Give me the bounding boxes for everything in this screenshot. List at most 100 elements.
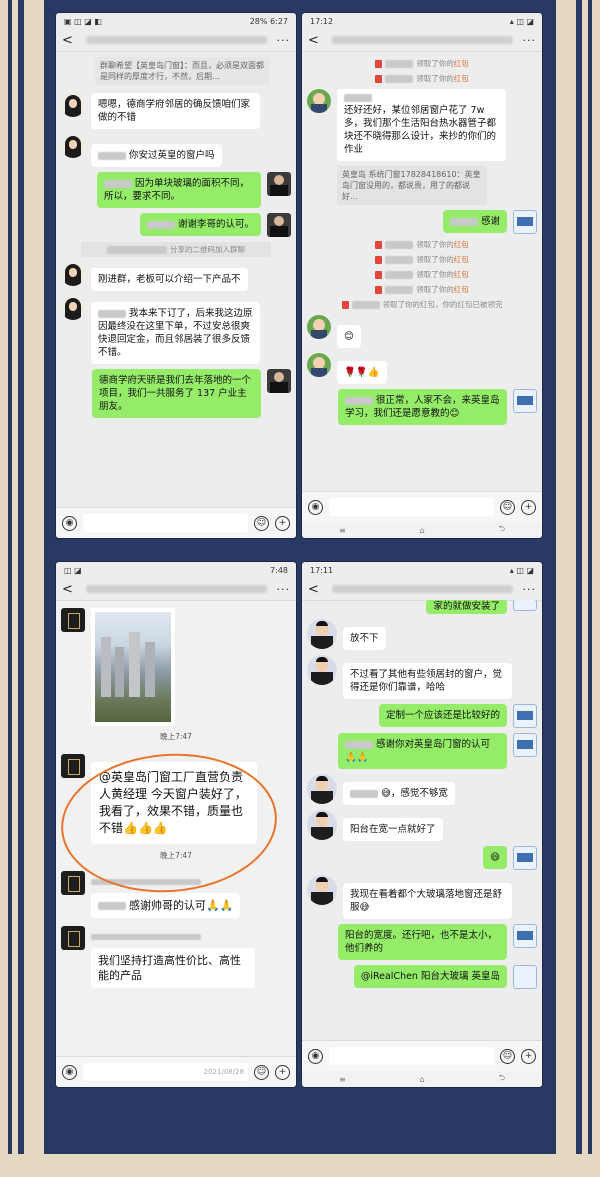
avatar-self[interactable] [513,704,537,728]
status-icons: ◫ ◪ [64,565,82,575]
avatar-longhair[interactable] [61,262,85,286]
more-icon[interactable]: ··· [277,34,291,47]
message-bubble[interactable]: 感谢你对英皇岛门窗的认可🙏🙏 [338,733,507,769]
avatar-longhair[interactable] [61,134,85,158]
back-icon[interactable]: < [308,582,322,597]
message-bubble[interactable]: 还好还好，某位邻居窗户花了 7w 多，我们那个生活阳台热水器管子都块还不晓得那么… [337,89,506,161]
message-bubble[interactable]: 放不下 [343,627,386,650]
message-bubble[interactable]: 😅，感觉不够宽 [343,782,455,805]
message-bubble[interactable]: 德商学府天骄是我们去年落地的一个项目，我们一共服务了 137 户业主朋友。 [92,369,261,418]
emoji-icon[interactable]: ☺ [500,1048,515,1064]
message-bubble[interactable]: 我本来下订了，后来我这边原因最终没在这里下单，不过安总很爽快退回定金，而且邻居装… [91,302,260,364]
emoji-icon[interactable]: ☺ [254,515,269,531]
avatar-brand[interactable] [61,926,85,950]
avatar-cartoon[interactable] [307,353,331,377]
back-icon[interactable]: < [308,33,322,48]
message-input[interactable] [329,1047,494,1065]
avatar-longhair[interactable] [61,296,85,320]
message-bubble[interactable]: 阳台在宽一点就好了 [343,818,443,841]
avatar-self[interactable] [513,389,537,413]
message-row: @iRealChen 阳台大玻璃 英皇岛 [307,965,537,989]
message-row: 还好还好，某位邻居窗户花了 7w 多，我们那个生活阳台热水器管子都块还不晓得那么… [307,89,537,161]
avatar-suit[interactable] [307,619,337,649]
message-bubble[interactable]: 刚进群，老板可以介绍一下产品不 [91,268,248,291]
message-bubble[interactable]: 谢谢李哥的认可。 [139,213,261,236]
plus-icon[interactable]: + [275,515,290,531]
menu-nav-icon[interactable]: ≡ [339,1075,346,1084]
emoji-icon[interactable]: ☺ [254,1064,269,1080]
message-bubble[interactable]: @iRealChen 阳台大玻璃 英皇岛 [353,965,507,988]
back-nav-icon[interactable]: ⮌ [499,523,505,537]
avatar-self[interactable] [513,846,537,870]
avatar-self[interactable] [513,210,537,234]
more-icon[interactable]: ··· [277,583,291,596]
phone-screenshot-2: 17:12 ▴ ◫ ◪ < ··· 领取了你的红包 领取了你的红包 还好还好，某… [302,13,542,538]
message-row: 德商学府天骄是我们去年落地的一个项目，我们一共服务了 137 户业主朋友。 [61,369,291,418]
photo-message[interactable] [91,608,175,726]
message-bubble[interactable]: 因为单块玻璃的面积不同，所以，要求不同。 [97,172,261,208]
voice-icon[interactable]: ◉ [308,499,323,515]
plus-icon[interactable]: + [521,1048,536,1064]
message-text: 谢谢李哥的认可。 [177,219,254,230]
avatar-brand[interactable] [61,871,85,895]
red-packet-icon [375,75,383,83]
red-packet-notice: 领取了你的红包 [307,58,537,69]
red-packet-icon [375,286,383,294]
message-input[interactable]: 2021/08/28 [83,1063,248,1081]
avatar-cartoon[interactable] [307,89,331,113]
name-redacted [104,179,132,188]
avatar-self[interactable] [267,172,291,196]
back-icon[interactable]: < [62,33,76,48]
voice-icon[interactable]: ◉ [308,1048,323,1064]
avatar-longhair[interactable] [61,93,85,117]
avatar-suit[interactable] [307,810,337,840]
message-bubble[interactable]: 定制一个应该还是比较好的 [378,704,507,727]
message-bubble[interactable]: 不过看了其他有些领居封的窗户，觉得还是你们靠谱，哈哈 [343,663,512,699]
avatar-suit[interactable] [307,655,337,685]
avatar-self[interactable] [513,924,537,948]
home-nav-icon[interactable]: ⌂ [420,526,425,535]
more-icon[interactable]: ··· [523,34,537,47]
avatar-self[interactable] [513,965,537,989]
message-bubble[interactable]: 😄 [483,846,507,869]
message-list: 群聊希望【英皇岛门窗】：而且，必须是双面都是同样的厚度才行，不然，后期… 嗯嗯，… [56,51,296,508]
menu-nav-icon[interactable]: ≡ [339,526,346,535]
voice-icon[interactable]: ◉ [62,1064,77,1080]
message-row: 😅，感觉不够宽 [307,774,537,805]
name-redacted [351,301,380,309]
message-row: 😄 [307,846,537,870]
back-icon[interactable]: < [62,582,76,597]
avatar-self[interactable] [513,600,537,611]
message-bubble[interactable]: 阳台的宽度。还行吧，也不是太小，他们养的 [338,924,507,960]
message-row: 因为单块玻璃的面积不同，所以，要求不同。 [61,172,291,208]
message-bubble[interactable]: 家的就做安装了 [426,600,507,614]
plus-icon[interactable]: + [275,1064,290,1080]
message-bubble[interactable]: 😊 [337,325,361,348]
avatar-brand[interactable] [61,754,85,778]
avatar-suit[interactable] [307,774,337,804]
message-bubble[interactable]: 我们坚持打造高性价比、高性能的产品 [91,948,255,988]
message-bubble[interactable]: 嗯嗯，德商学府邻居的确反馈咱们家做的不错 [91,93,260,129]
voice-icon[interactable]: ◉ [62,515,77,531]
home-nav-icon[interactable]: ⌂ [420,1075,425,1084]
avatar-brand[interactable] [61,608,85,632]
avatar-self[interactable] [267,369,291,393]
more-icon[interactable]: ··· [523,583,537,596]
message-bubble[interactable]: 🌹🌹👍 [337,361,387,384]
message-bubble[interactable]: 我现在看着都个大玻璃落地窗还是舒服😅 [343,883,512,919]
back-nav-icon[interactable]: ⮌ [499,1072,505,1086]
message-bubble[interactable]: 很正常，人家不会，来英皇岛学习，我们还是愿意教的😊 [338,389,507,425]
name-redacted [385,271,414,279]
avatar-suit[interactable] [307,875,337,905]
plus-icon[interactable]: + [521,499,536,515]
emoji-icon[interactable]: ☺ [500,499,515,515]
message-bubble[interactable]: 感谢帅哥的认可🙏🙏 [91,893,241,918]
avatar-self[interactable] [267,213,291,237]
message-input[interactable] [83,514,248,532]
message-bubble[interactable]: 你安过英皇的窗户吗 [91,144,222,167]
avatar-cartoon[interactable] [307,315,331,339]
chat-header: < ··· [302,578,542,601]
avatar-self[interactable] [513,733,537,757]
message-bubble[interactable]: 感谢 [442,210,507,233]
message-input[interactable] [329,498,494,516]
